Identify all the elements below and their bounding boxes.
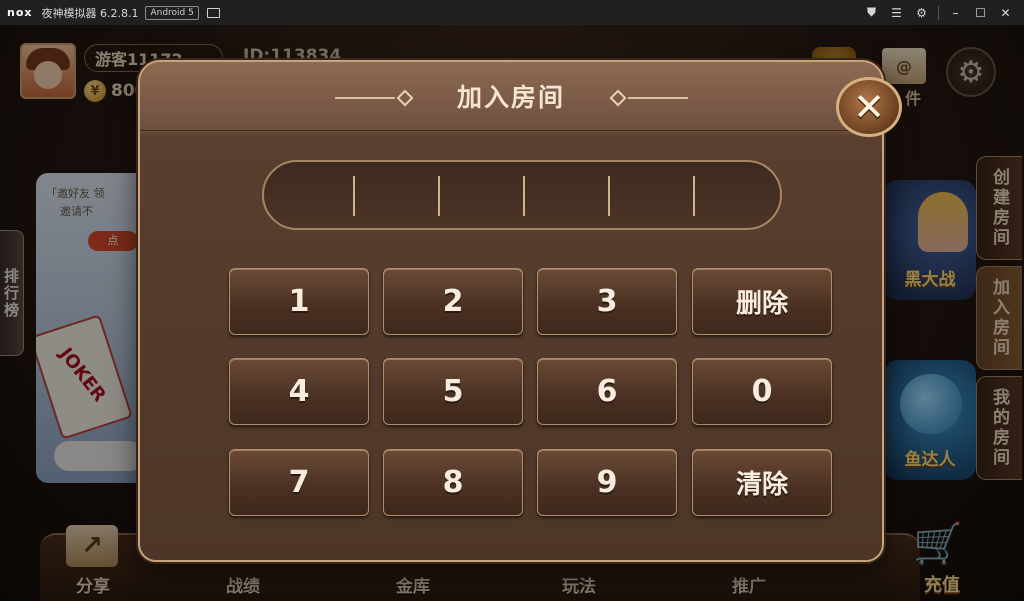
key-delete[interactable]: 删除 xyxy=(692,268,832,335)
close-window-icon[interactable]: ✕ xyxy=(993,6,1018,20)
key-9[interactable]: 9 xyxy=(537,449,677,516)
nox-logo: nox xyxy=(7,6,33,19)
close-icon: ✕ xyxy=(853,85,885,129)
emulator-title-bar: nox 夜神模拟器 6.2.8.1 Android 5 ⛊ ☰ ⚙ – ☐ ✕ xyxy=(0,0,1024,25)
key-0[interactable]: 0 xyxy=(692,358,832,425)
key-3[interactable]: 3 xyxy=(537,268,677,335)
key-7[interactable]: 7 xyxy=(229,449,369,516)
maximize-icon[interactable]: ☐ xyxy=(968,6,993,20)
minimize-icon[interactable]: – xyxy=(943,6,968,20)
code-digit-divider xyxy=(608,176,610,216)
key-clear[interactable]: 清除 xyxy=(692,449,832,516)
control-divider xyxy=(938,5,939,20)
settings-icon[interactable]: ⚙ xyxy=(909,6,934,20)
code-digit-divider xyxy=(523,176,525,216)
menu-icon[interactable]: ☰ xyxy=(884,6,909,20)
code-digit-divider xyxy=(438,176,440,216)
ornament-diamond xyxy=(609,89,627,107)
key-6[interactable]: 6 xyxy=(537,358,677,425)
key-5[interactable]: 5 xyxy=(383,358,523,425)
emulator-app-name: 夜神模拟器 6.2.8.1 xyxy=(41,6,139,20)
key-2[interactable]: 2 xyxy=(383,268,523,335)
code-digit-divider xyxy=(353,176,355,216)
android-version-badge: Android 5 xyxy=(145,5,199,20)
window-controls: ⛊ ☰ ⚙ – ☐ ✕ xyxy=(859,0,1018,25)
key-8[interactable]: 8 xyxy=(383,449,523,516)
key-1[interactable]: 1 xyxy=(229,268,369,335)
title-ornament-right xyxy=(606,89,688,107)
skin-icon[interactable]: ⛊ xyxy=(859,5,884,20)
ornament-line xyxy=(628,97,688,99)
room-code-field[interactable] xyxy=(262,160,782,230)
dialog-close-button[interactable]: ✕ xyxy=(836,77,902,137)
screen-icon[interactable] xyxy=(206,7,220,18)
key-4[interactable]: 4 xyxy=(229,358,369,425)
code-digit-divider xyxy=(693,176,695,216)
dialog-title: 加入房间 xyxy=(456,83,565,112)
